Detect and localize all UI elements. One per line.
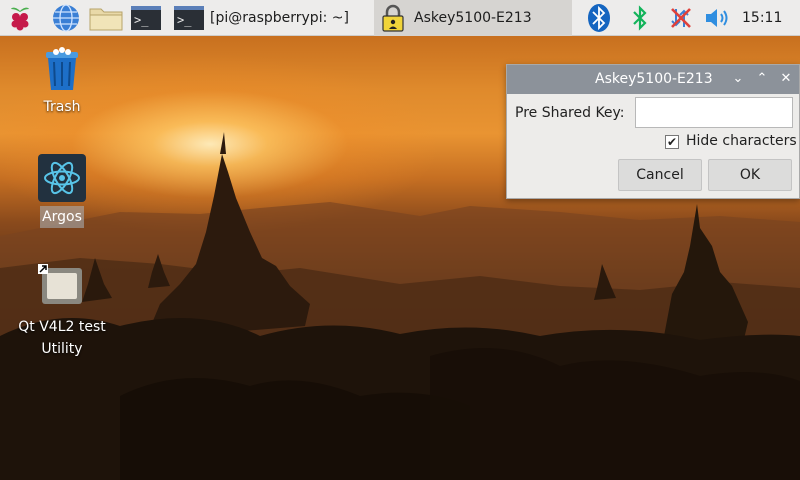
network-disconnected-icon: [671, 8, 691, 28]
bluetooth-tray[interactable]: [628, 2, 652, 34]
dialog-title: Askey5100-E213: [595, 71, 713, 87]
clock[interactable]: 15:11: [742, 0, 800, 36]
terminal-launcher[interactable]: >_: [128, 2, 164, 34]
chevron-down-icon[interactable]: ⌄: [729, 69, 747, 89]
raspberry-icon: [11, 7, 29, 31]
dialog-titlebar[interactable]: Askey5100-E213 ⌄ ⌃ ✕: [507, 65, 799, 94]
bluetooth-tray-icon: [633, 5, 647, 31]
desktop-icon-argos[interactable]: Argos: [2, 154, 122, 228]
terminal-icon: >_: [174, 6, 204, 30]
argos-atom-icon: [38, 154, 86, 202]
volume-tray[interactable]: [704, 2, 732, 34]
terminal-icon: >_: [131, 6, 161, 30]
ok-button[interactable]: OK: [708, 159, 792, 191]
task-label: Askey5100-E213: [414, 10, 532, 26]
trash-icon: [46, 47, 78, 90]
desktop-icon-qt-v4l2[interactable]: Qt V4L2 test Utility: [2, 264, 122, 360]
psk-label: Pre Shared Key:: [515, 105, 625, 121]
lock-icon: [382, 4, 404, 32]
network-tray[interactable]: [666, 2, 696, 34]
bluetooth-icon: [588, 4, 610, 32]
bluetooth-button[interactable]: [584, 2, 614, 34]
desktop-icon-label: Qt V4L2 test Utility: [18, 319, 106, 357]
cancel-button[interactable]: Cancel: [618, 159, 702, 191]
task-label: [pi@raspberrypi: ~]: [210, 10, 349, 26]
file-manager-icon: [89, 8, 123, 31]
hide-characters-label: Hide characters: [686, 133, 797, 149]
task-terminal[interactable]: >_ [pi@raspberrypi: ~]: [170, 0, 372, 36]
close-icon[interactable]: ✕: [777, 69, 795, 89]
hide-characters-checkbox[interactable]: ✔: [665, 135, 679, 149]
desktop-icon-label: Trash: [43, 99, 81, 115]
qt-v4l2-icon: [38, 264, 82, 304]
browser-globe-icon: [53, 4, 79, 32]
psk-dialog: Askey5100-E213 ⌄ ⌃ ✕ Pre Shared Key: ✔ H…: [506, 64, 800, 199]
desktop-icon-trash[interactable]: Trash: [2, 44, 122, 118]
menu-button[interactable]: [4, 2, 36, 34]
psk-input[interactable]: [635, 97, 793, 128]
volume-icon: [706, 9, 728, 27]
file-manager-launcher[interactable]: [88, 2, 124, 34]
chevron-up-icon[interactable]: ⌃: [753, 69, 771, 89]
browser-launcher[interactable]: [50, 2, 82, 34]
task-wifi-dialog[interactable]: Askey5100-E213: [374, 0, 572, 36]
desktop-icon-label: Argos: [40, 206, 84, 228]
taskbar: >_ >_ [pi@raspberrypi: ~] Askey5100-E213: [0, 0, 800, 36]
